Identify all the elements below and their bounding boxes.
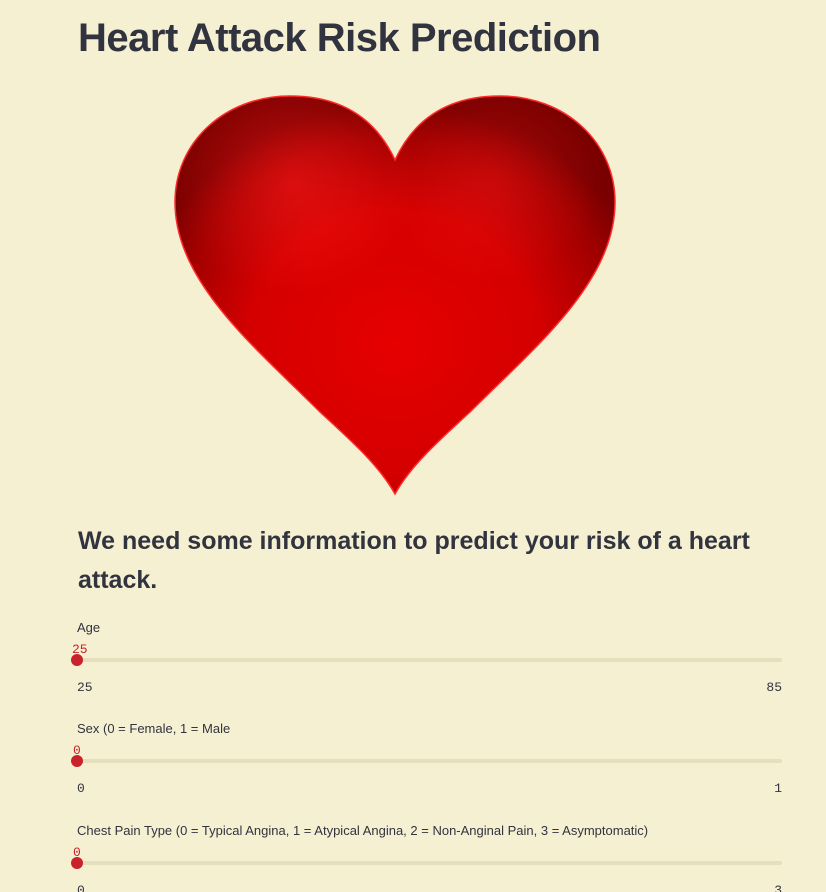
sex-slider[interactable]: Sex (0 = Female, 1 = Male 0 0 1 (71, 721, 782, 801)
intro-subheading: We need some information to predict your… (78, 527, 750, 594)
sex-slider-label: Sex (0 = Female, 1 = Male (77, 721, 231, 736)
chest-pain-type-slider-min: 0 (77, 883, 85, 892)
age-slider-min: 25 (77, 680, 93, 695)
sex-slider-max: 1 (774, 781, 782, 796)
age-slider-max: 85 (766, 680, 782, 695)
chest-pain-type-slider-track[interactable] (77, 861, 782, 865)
chest-pain-type-slider-thumb[interactable] (71, 857, 83, 869)
age-slider[interactable]: Age 25 25 85 (71, 620, 782, 700)
chest-pain-type-slider-max: 3 (774, 883, 782, 892)
chest-pain-type-slider[interactable]: Chest Pain Type (0 = Typical Angina, 1 =… (71, 823, 782, 892)
heart-icon (174, 95, 616, 496)
app-page: Heart Attack Risk Prediction We need som… (0, 0, 826, 892)
sex-slider-track[interactable] (77, 759, 782, 763)
age-slider-label: Age (77, 620, 101, 635)
chest-pain-type-slider-label: Chest Pain Type (0 = Typical Angina, 1 =… (77, 823, 649, 838)
age-slider-track[interactable] (77, 658, 782, 662)
sex-slider-min: 0 (77, 781, 85, 796)
heart-image (170, 92, 620, 497)
page-title: Heart Attack Risk Prediction (78, 16, 601, 60)
sex-slider-thumb[interactable] (71, 755, 83, 767)
age-slider-thumb[interactable] (71, 654, 83, 666)
